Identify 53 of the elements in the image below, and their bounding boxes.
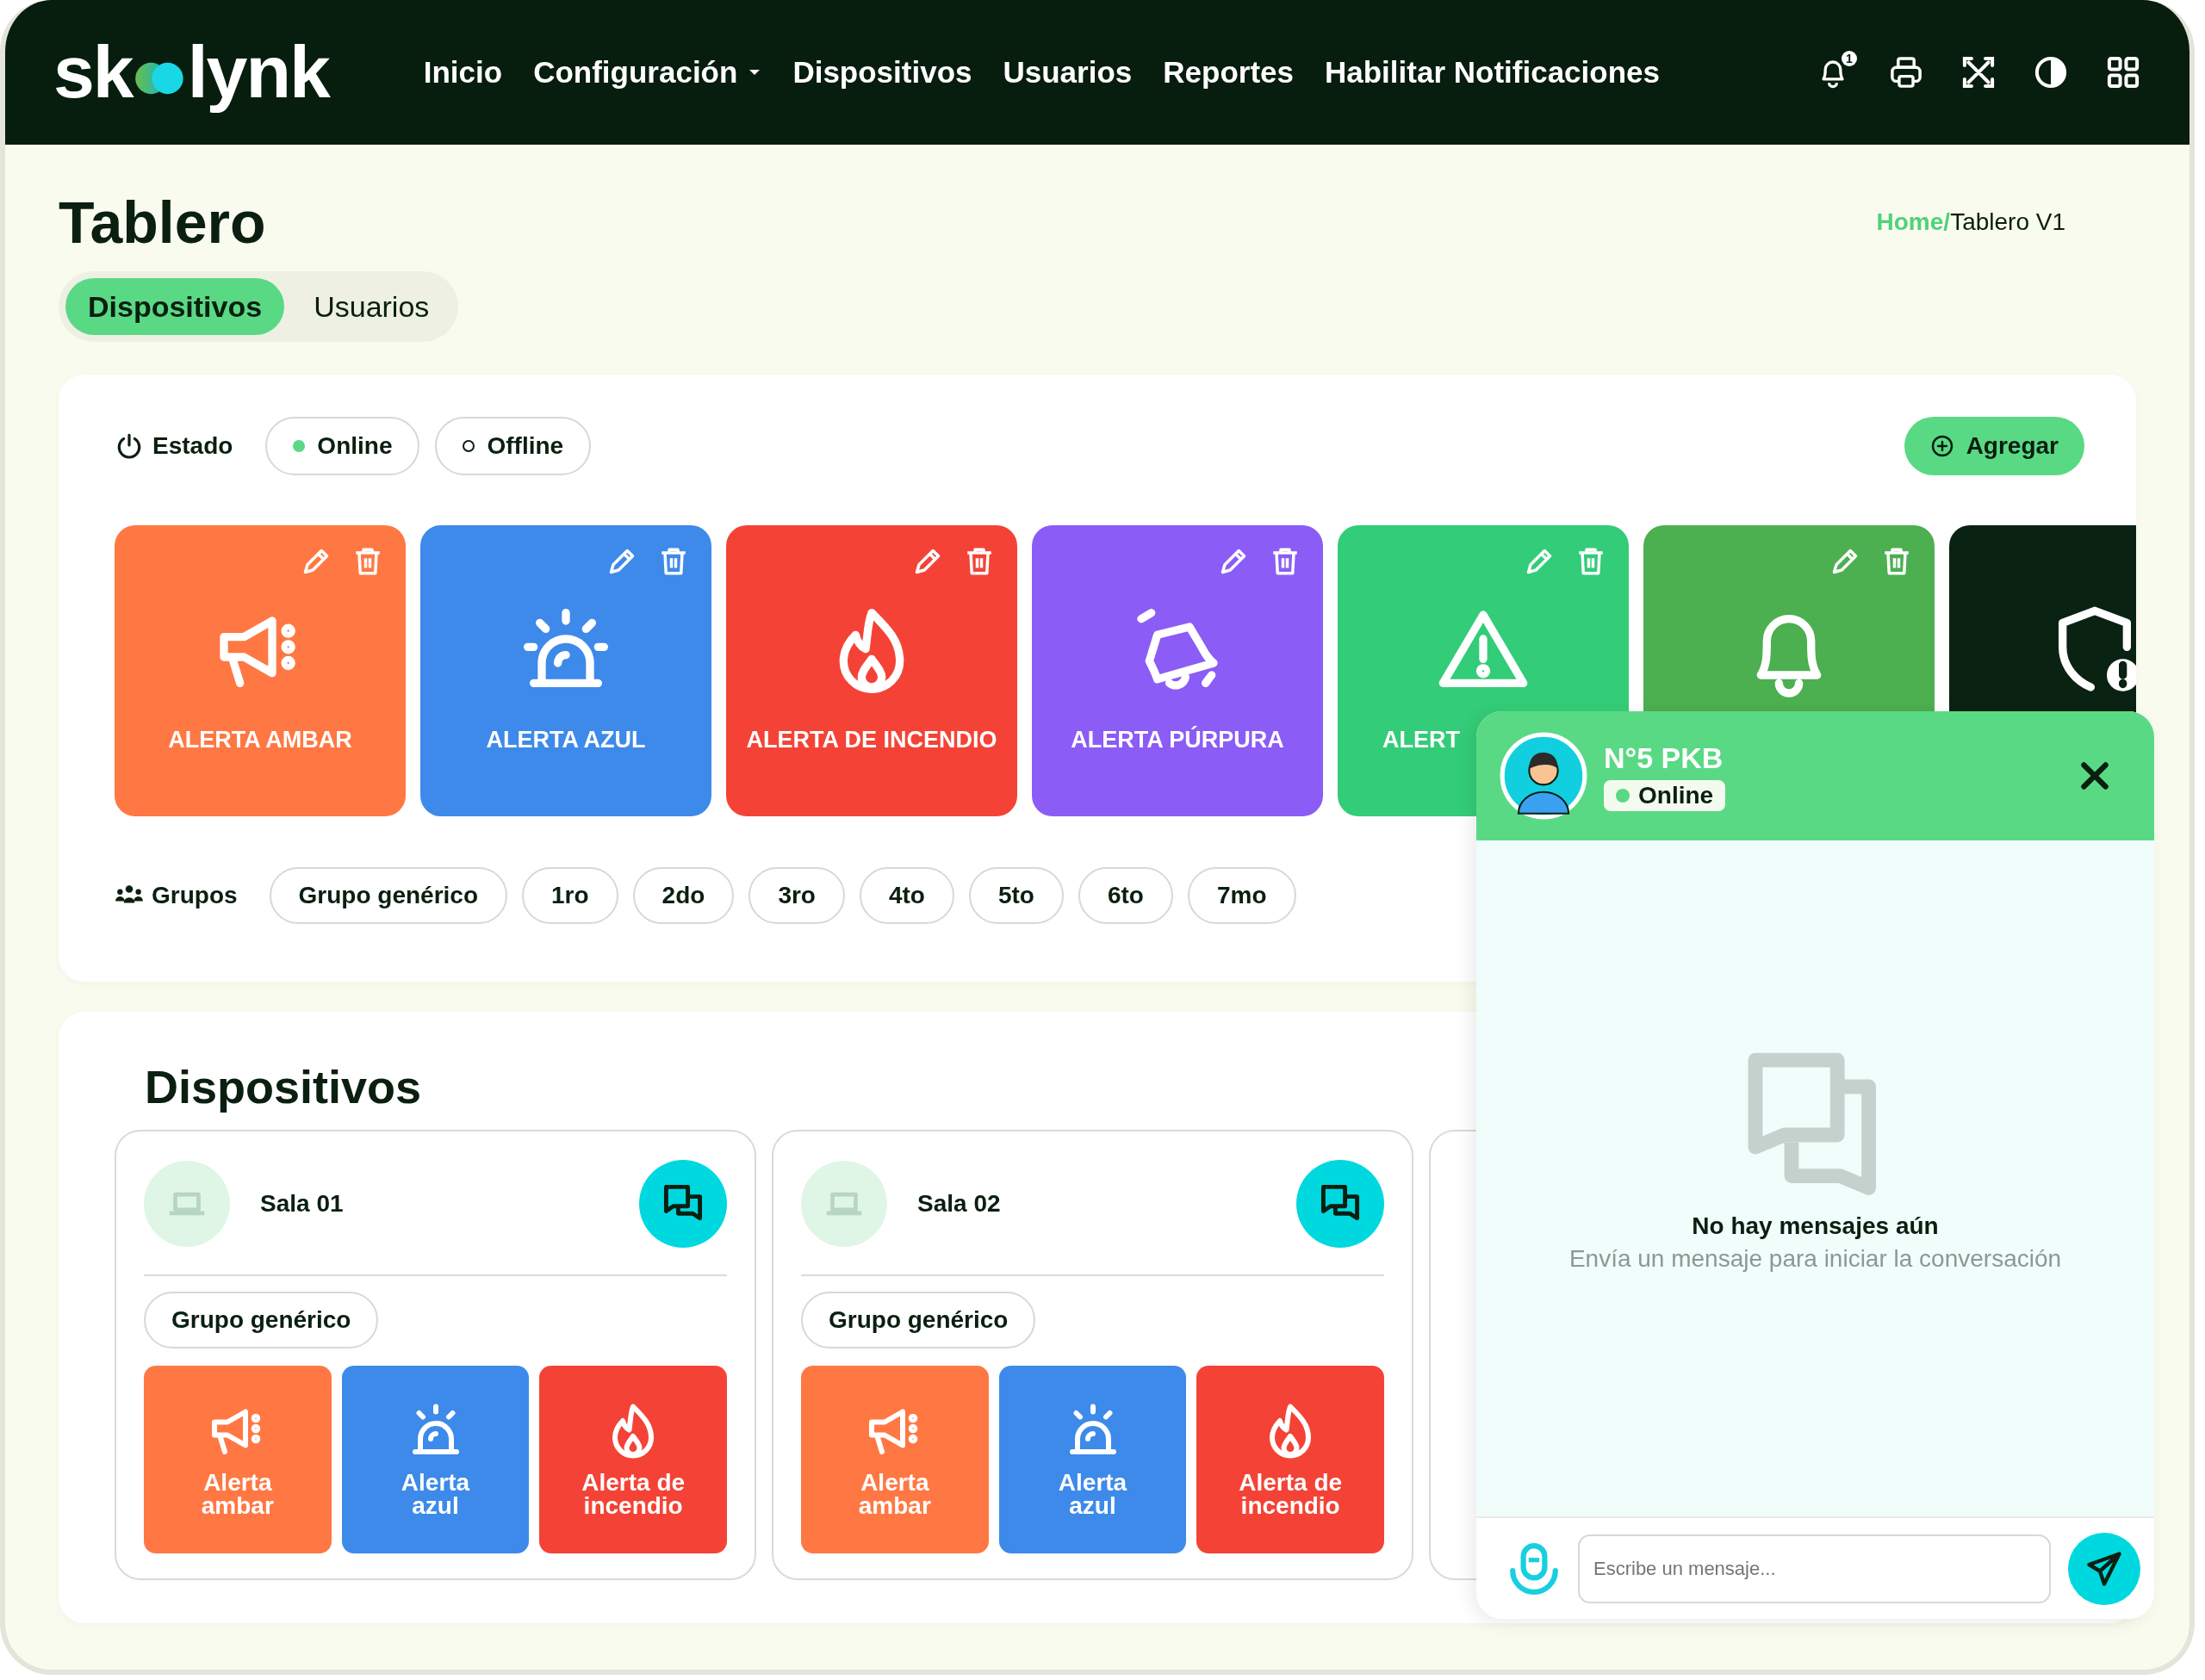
avatar-icon	[1499, 731, 1588, 821]
nav-link[interactable]: Dispositivos	[792, 55, 972, 90]
status-badge: Online	[1604, 779, 1726, 811]
breadcrumb-current: Tablero V1	[1950, 208, 2065, 235]
alert-label: Alerta ambar	[857, 1471, 932, 1517]
add-button[interactable]: Agregar	[1904, 417, 2084, 475]
alert-label: ALERTA AMBAR	[168, 727, 352, 753]
nav-link[interactable]: Habilitar Notificaciones	[1325, 55, 1660, 90]
empty-state-title: No hay mensajes aún	[1692, 1212, 1939, 1240]
alert-label: Alerta de incendio	[581, 1471, 686, 1517]
message-input[interactable]: Escribe un mensaje...	[1578, 1534, 2051, 1603]
alert-tile[interactable]: Alerta de incendio	[1196, 1366, 1384, 1553]
group-chip[interactable]: 3ro	[748, 867, 845, 924]
notification-count: 1	[1842, 51, 1857, 66]
group-chip[interactable]: 4to	[859, 867, 954, 924]
tab[interactable]: Usuarios	[291, 278, 452, 335]
groups-label: Grupos	[152, 882, 238, 909]
group-chip[interactable]: Grupo genérico	[269, 867, 508, 924]
alert-label: Alerta de incendio	[1238, 1471, 1344, 1517]
nav-link[interactable]: Reportes	[1163, 55, 1294, 90]
alert-label: ALERT	[1382, 727, 1460, 753]
device-name: Sala 01	[260, 1190, 344, 1218]
nav-link[interactable]: Usuarios	[1003, 55, 1133, 90]
section-title: Dispositivos	[145, 1060, 423, 1114]
alert-card[interactable]: ALERTA DE INCENDIO	[726, 525, 1017, 816]
group-chip[interactable]: 5to	[968, 867, 1064, 924]
group-chip[interactable]: 2do	[632, 867, 735, 924]
page-title: Tablero	[59, 189, 266, 257]
logo-text: sk	[53, 29, 133, 115]
alert-label: ALERTA DE INCENDIO	[746, 727, 997, 753]
alert-label: ALERTA AZUL	[486, 727, 646, 753]
microphone-icon[interactable]	[1507, 1541, 1561, 1596]
alert-card[interactable]: ALERTA PÚRPURA	[1032, 525, 1323, 816]
alert-label: Alerta azul	[400, 1471, 471, 1517]
alert-label: ALERTA PÚRPURA	[1071, 727, 1284, 753]
group-tag: Grupo genérico	[801, 1292, 1036, 1348]
group-tag: Grupo genérico	[144, 1292, 379, 1348]
status-filter-label: Estado	[152, 432, 233, 460]
status-filter-chip[interactable]: Offline	[435, 417, 592, 475]
status-filter-chip[interactable]: Online	[265, 417, 420, 475]
alert-label: Alerta ambar	[200, 1471, 275, 1517]
empty-state-text: Envía un mensaje para iniciar la conversación	[1568, 1244, 2062, 1273]
alert-label: Alerta azul	[1057, 1471, 1128, 1517]
alert-tile[interactable]: Alerta de incendio	[539, 1366, 727, 1553]
nav-link[interactable]: Configuración	[533, 55, 762, 90]
logo-text: lynk	[187, 29, 329, 115]
group-chip[interactable]: 6to	[1078, 867, 1173, 924]
group-chip[interactable]: 1ro	[522, 867, 618, 924]
plus-circle-icon	[1929, 434, 1954, 458]
nav-link[interactable]: Inicio	[423, 55, 503, 90]
device-name: Sala 02	[917, 1190, 1001, 1218]
group-chip[interactable]: 7mo	[1187, 867, 1296, 924]
tab[interactable]: Dispositivos	[65, 278, 285, 335]
